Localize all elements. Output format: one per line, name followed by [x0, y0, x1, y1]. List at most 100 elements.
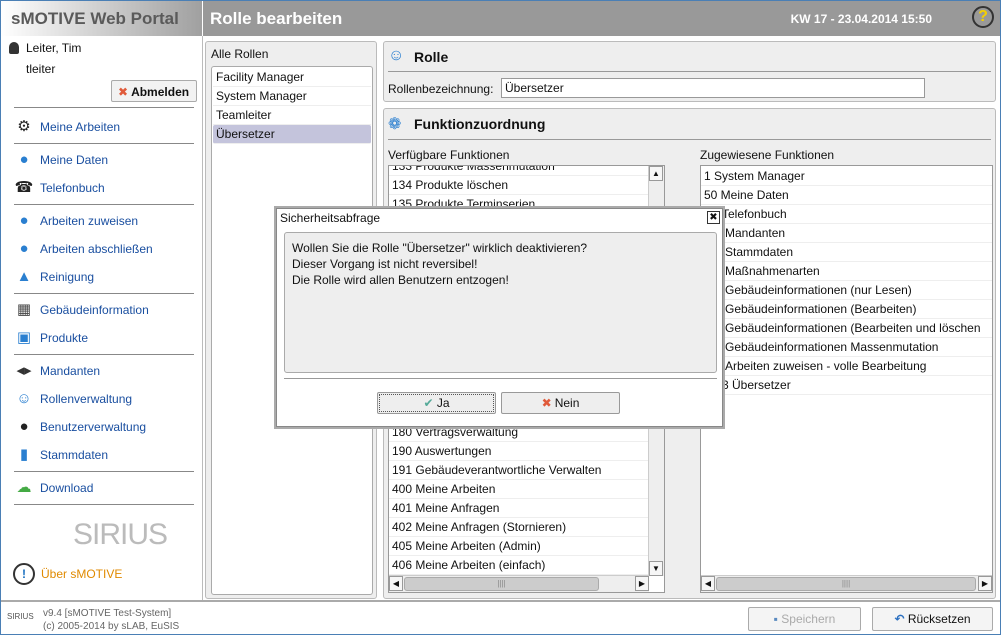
scroll-thumb[interactable]: |||| [404, 577, 599, 591]
sirius-logo: SIRIUS [73, 518, 168, 551]
sidebar-item-telefonbuch[interactable]: ☎ Telefonbuch [14, 177, 105, 199]
divider [284, 378, 717, 379]
rollenbezeichnung-input[interactable]: Übersetzer [501, 78, 925, 98]
scroll-right-icon[interactable]: ▶ [635, 576, 649, 591]
list-item[interactable]: 400 Meine Arbeiten [389, 480, 664, 499]
role-item[interactable]: System Manager [213, 87, 371, 106]
users-icon: ● [19, 418, 29, 435]
complete-icon: ● [19, 240, 29, 257]
app-title: sMOTIVE Web Portal [11, 9, 179, 28]
list-item[interactable]: 402 Meine Anfragen (Stornieren) [389, 518, 664, 537]
sidebar-item-arbeiten-abschliessen[interactable]: ● Arbeiten abschließen [14, 238, 152, 260]
save-icon: ▪ [773, 612, 778, 626]
masks-icon: ☺ [388, 47, 405, 64]
cloud-download-icon: ☁ [16, 479, 32, 496]
list-item[interactable]: 406 Meine Arbeiten (einfach) [389, 556, 664, 575]
list-item[interactable]: 1 System Manager [701, 167, 992, 186]
list-item[interactable]: 50 Meine Daten [701, 186, 992, 205]
version-info: v9.4 [sMOTIVE Test-System] (c) 2005-2014 … [43, 608, 180, 632]
user-icon [9, 42, 19, 54]
sidebar-item-rollenverwaltung[interactable]: ☺ Rollenverwaltung [14, 388, 132, 410]
footer-logo: SIRIUS [7, 612, 34, 621]
sidebar-item-reinigung[interactable]: ▲ Reinigung [14, 266, 94, 288]
undo-icon: ↶ [894, 612, 905, 626]
divider [14, 354, 194, 355]
reset-button[interactable]: ↶ Rücksetzen [872, 607, 993, 631]
dialog-line: Die Rolle wird allen Benutzern entzogen! [292, 273, 509, 287]
list-item[interactable]: Maßnahmenarten [701, 262, 992, 281]
sidebar-item-meine-arbeiten[interactable]: ⚙ Meine Arbeiten [14, 116, 120, 138]
list-item[interactable]: 134 Produkte löschen [389, 176, 664, 195]
close-icon: ✖ [541, 396, 552, 410]
no-button[interactable]: ✖ Nein [501, 392, 620, 414]
dialog-line: Wollen Sie die Rolle "Übersetzer" wirkli… [292, 241, 588, 255]
list-item[interactable]: Mandanten [701, 224, 992, 243]
list-item[interactable]: 3 Übersetzer [701, 376, 992, 395]
sidebar-item-gebaeudeinformation[interactable]: ▦ Gebäudeinformation [14, 299, 149, 321]
horizontal-scrollbar[interactable]: ◀ |||| ▶ [701, 575, 992, 592]
funktionen-title: ❁ Funktionzuordnung [388, 116, 546, 133]
list-item[interactable]: Stammdaten [701, 243, 992, 262]
list-item[interactable]: 405 Meine Arbeiten (Admin) [389, 537, 664, 556]
list-item[interactable]: 133 Produkte Massenmutation [389, 166, 664, 176]
role-item[interactable]: Facility Manager [213, 68, 371, 87]
building-icon: ▦ [16, 301, 32, 318]
sidebar-item-mandanten[interactable]: ◂▸ Mandanten [14, 360, 100, 382]
datetime: KW 17 - 23.04.2014 15:50 [790, 12, 932, 26]
list-item[interactable]: 190 Auswertungen [389, 442, 664, 461]
list-item[interactable]: Gebäudeinformationen (nur Lesen) [701, 281, 992, 300]
scroll-thumb[interactable]: |||| [716, 577, 976, 591]
assigned-label: Zugewiesene Funktionen [700, 148, 835, 162]
available-label: Verfügbare Funktionen [388, 148, 510, 162]
page-header: Rolle bearbeiten KW 17 - 23.04.2014 15:5… [203, 1, 1000, 36]
info-icon: ! [13, 563, 35, 585]
dialog-line: Dieser Vorgang ist nicht reversibel! [292, 257, 478, 271]
dialog-message: Wollen Sie die Rolle "Übersetzer" wirkli… [284, 232, 717, 373]
divider [14, 293, 194, 294]
scroll-down-icon[interactable]: ▼ [649, 561, 663, 576]
scroll-left-icon[interactable]: ◀ [389, 576, 403, 591]
group-icon: ❁ [388, 116, 402, 133]
sidebar-item-meine-daten[interactable]: ● Meine Daten [14, 149, 108, 171]
sidebar-item-produkte[interactable]: ▣ Produkte [14, 327, 88, 349]
rolle-title: ☺ Rolle [388, 47, 449, 65]
about-link[interactable]: ! Über sMOTIVE [13, 563, 122, 585]
rolle-panel: ☺ Rolle Rollenbezeichnung: Übersetzer [383, 41, 996, 102]
scroll-up-icon[interactable]: ▲ [649, 166, 663, 181]
sidebar-item-download[interactable]: ☁ Download [14, 477, 94, 499]
divider [388, 71, 991, 72]
divider [14, 204, 194, 205]
confirm-dialog: Sicherheitsabfrage ✖ Wollen Sie die Roll… [276, 208, 723, 427]
list-item[interactable]: Gebäudeinformationen Massenmutation [701, 338, 992, 357]
user-name: Leiter, Tim [26, 41, 82, 55]
logout-button[interactable]: ✖ Abmelden [111, 80, 197, 102]
list-item[interactable]: Telefonbuch [701, 205, 992, 224]
device-icon: ▮ [19, 446, 29, 463]
scroll-left-icon[interactable]: ◀ [701, 576, 715, 591]
roles-title: Alle Rollen [211, 47, 269, 61]
role-item[interactable]: Teamleiter [213, 106, 371, 125]
sidebar-item-stammdaten[interactable]: ▮ Stammdaten [14, 444, 108, 466]
rollenbezeichnung-label: Rollenbezeichnung: [388, 82, 494, 96]
user-login: tleiter [26, 62, 56, 76]
help-icon[interactable]: ? [972, 6, 994, 28]
close-icon[interactable]: ✖ [707, 211, 720, 224]
role-item-selected[interactable]: Übersetzer [213, 125, 371, 144]
dialog-title: Sicherheitsabfrage [280, 211, 381, 225]
products-icon: ▣ [16, 329, 32, 346]
check-icon: ✔ [423, 396, 434, 410]
sidebar-item-arbeiten-zuweisen[interactable]: ● Arbeiten zuweisen [14, 210, 138, 232]
list-item[interactable]: Gebäudeinformationen (Bearbeiten) [701, 300, 992, 319]
list-item[interactable]: 401 Meine Anfragen [389, 499, 664, 518]
sidebar: Leiter, Tim tleiter ✖ Abmelden ⚙ Meine Arb… [1, 36, 203, 600]
scroll-right-icon[interactable]: ▶ [978, 576, 992, 591]
sidebar-item-benutzerverwaltung[interactable]: ● Benutzerverwaltung [14, 416, 146, 438]
list-item[interactable]: Gebäudeinformationen (Bearbeiten und lös… [701, 319, 992, 338]
list-item[interactable]: Arbeiten zuweisen - volle Bearbeitung [701, 357, 992, 376]
yes-button[interactable]: ✔ Ja [377, 392, 496, 414]
divider [388, 139, 991, 140]
save-button[interactable]: ▪ Speichern [748, 607, 861, 631]
assigned-list: 1 System Manager 50 Meine Daten Telefonb… [700, 165, 993, 593]
horizontal-scrollbar[interactable]: ◀ |||| ▶ [389, 575, 649, 592]
list-item[interactable]: 191 Gebäudeverantwortliche Verwalten [389, 461, 664, 480]
